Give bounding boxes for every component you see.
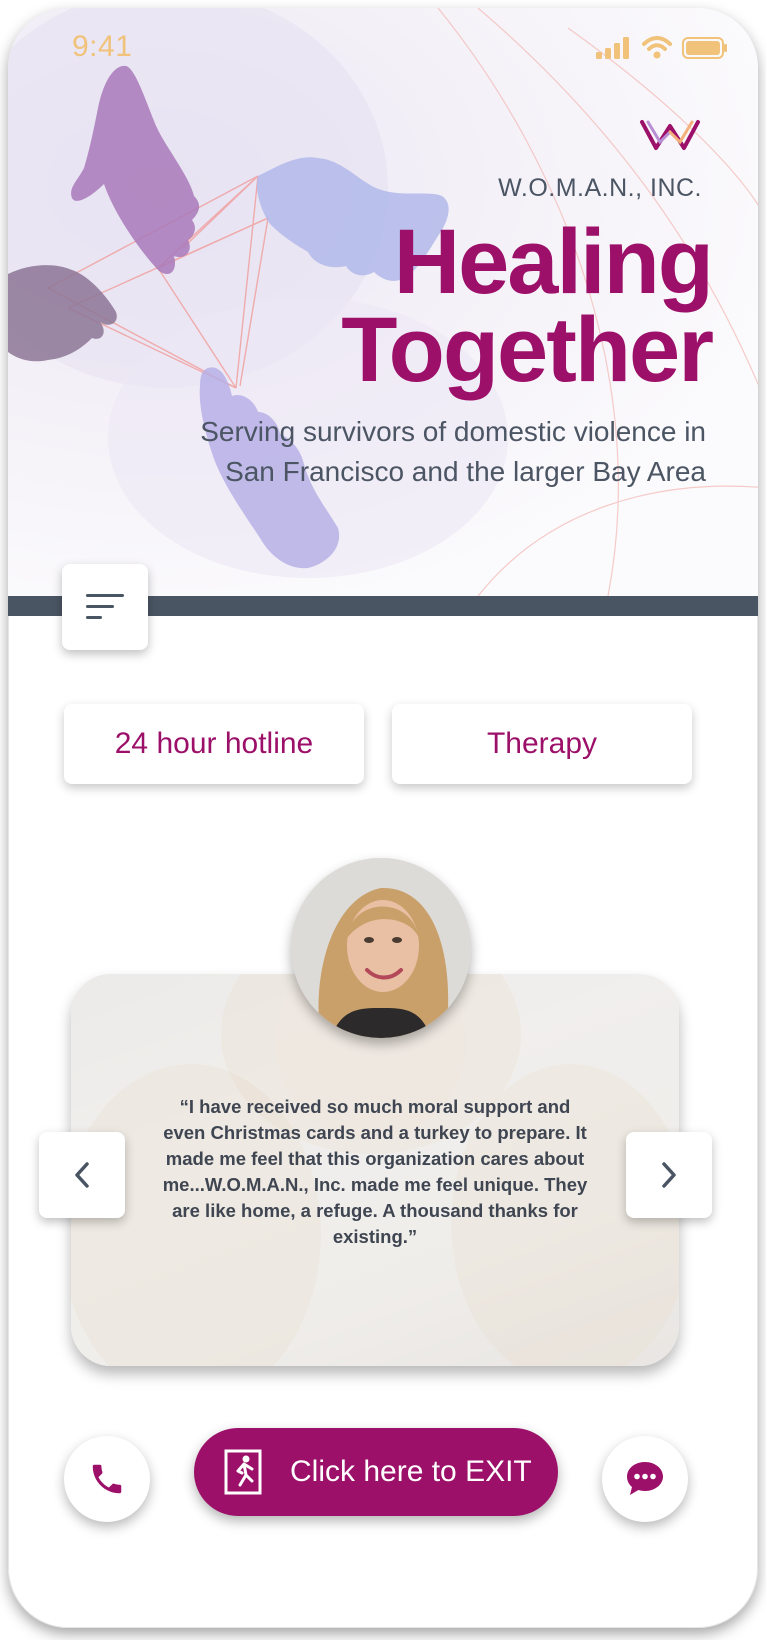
testimonial-quote: “I have received so much moral support a… [162, 1096, 588, 1247]
chevron-left-icon [75, 1162, 89, 1188]
hero-subtitle: Serving survivors of domestic violence i… [200, 416, 706, 487]
status-icons [596, 36, 728, 60]
menu-button[interactable] [62, 564, 148, 650]
battery-icon [682, 37, 727, 59]
signal-icon [596, 37, 629, 59]
phone-screen: 9:41 W.O.M.A.N., INC. Healing Together S… [8, 8, 758, 1628]
wifi-icon [642, 36, 672, 59]
exit-button-label: Click here to EXIT [290, 1455, 532, 1488]
status-time: 9:41 [72, 30, 133, 63]
hero-title-line1: Healing [393, 211, 714, 313]
next-testimonial-button[interactable] [626, 1132, 712, 1218]
chat-bubble-icon [627, 1462, 663, 1495]
prev-testimonial-button[interactable] [39, 1132, 125, 1218]
phone-icon [92, 1464, 122, 1494]
hero-banner: 9:41 W.O.M.A.N., INC. Healing Together S… [8, 8, 758, 596]
w-logo-icon [638, 114, 702, 159]
chevron-right-icon [662, 1162, 676, 1188]
therapy-button[interactable]: Therapy [392, 704, 692, 784]
brand-name: W.O.M.A.N., INC. [498, 174, 702, 202]
hero-title: Healing Together [341, 211, 714, 401]
testimonial-avatar [291, 858, 471, 1038]
menu-lines-icon [86, 594, 124, 619]
emergency-exit-icon [224, 1449, 262, 1495]
chat-button[interactable] [602, 1436, 688, 1522]
hero-title-line2: Together [341, 299, 714, 401]
hotline-button[interactable]: 24 hour hotline [64, 704, 364, 784]
exit-button[interactable]: Click here to EXIT [194, 1428, 558, 1516]
call-button[interactable] [64, 1436, 150, 1522]
